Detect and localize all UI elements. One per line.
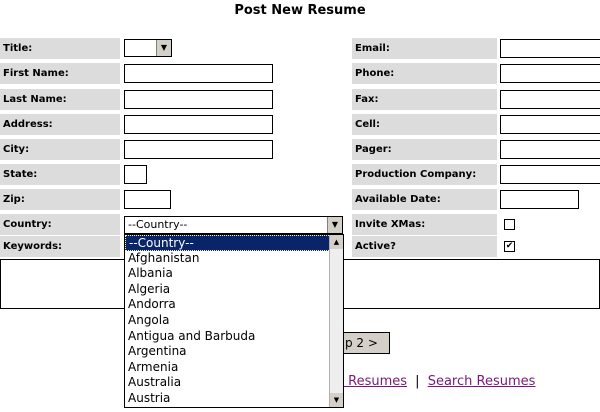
country-label: Country:: [0, 214, 120, 235]
available-date-input[interactable]: [500, 190, 579, 209]
available-date-label: Available Date:: [352, 189, 497, 210]
production-company-label: Production Company:: [352, 164, 497, 185]
zip-input[interactable]: [124, 190, 171, 209]
step-2-button[interactable]: p 2 >: [338, 332, 390, 354]
country-option[interactable]: Afghanistan: [125, 251, 343, 267]
chevron-down-icon[interactable]: ▼: [156, 40, 171, 56]
dropdown-scrollbar[interactable]: ▲ ▼: [329, 235, 343, 407]
state-input[interactable]: [124, 165, 147, 184]
invite-xmas-label: Invite XMas:: [352, 214, 497, 235]
country-option[interactable]: Australia: [125, 375, 343, 391]
title-label: Title:: [0, 38, 120, 59]
address-input[interactable]: [124, 115, 273, 134]
link-separator: |: [415, 374, 420, 389]
country-option[interactable]: --Country--: [125, 235, 343, 251]
city-label: City:: [0, 139, 120, 160]
search-resumes-link[interactable]: Search Resumes: [428, 374, 536, 389]
country-option[interactable]: Argentina: [125, 344, 343, 360]
active-checkbox[interactable]: ✔: [504, 241, 515, 252]
invite-xmas-checkbox[interactable]: [504, 219, 515, 230]
country-option[interactable]: Austria: [125, 391, 343, 407]
phone-label: Phone:: [352, 63, 497, 84]
country-option[interactable]: Antigua and Barbuda: [125, 329, 343, 345]
email-label: Email:: [352, 38, 497, 59]
chevron-down-icon[interactable]: ▼: [327, 217, 342, 233]
last-name-label: Last Name:: [0, 89, 120, 110]
pager-input[interactable]: [500, 140, 600, 159]
state-label: State:: [0, 164, 120, 185]
scroll-up-icon[interactable]: ▲: [330, 235, 343, 249]
fax-input[interactable]: [500, 90, 600, 109]
manage-resumes-link[interactable]: e Resumes: [336, 374, 407, 389]
country-select[interactable]: --Country-- ▼: [124, 216, 343, 234]
city-input[interactable]: [124, 140, 273, 159]
footer-links: e Resumes | Search Resumes: [336, 374, 535, 389]
page-title: Post New Resume: [234, 3, 366, 18]
title-select[interactable]: ▼: [124, 39, 172, 57]
scroll-down-icon[interactable]: ▼: [330, 393, 343, 407]
keywords-label: Keywords:: [0, 236, 120, 257]
email-input[interactable]: [500, 39, 600, 58]
country-option[interactable]: Armenia: [125, 360, 343, 376]
first-name-label: First Name:: [0, 63, 120, 84]
country-option[interactable]: Angola: [125, 313, 343, 329]
phone-input[interactable]: [500, 64, 600, 83]
active-label: Active?: [352, 236, 497, 257]
zip-label: Zip:: [0, 189, 120, 210]
pager-label: Pager:: [352, 139, 497, 160]
country-select-value: --Country--: [128, 218, 188, 231]
country-option[interactable]: Albania: [125, 266, 343, 282]
first-name-input[interactable]: [124, 64, 273, 83]
last-name-input[interactable]: [124, 90, 273, 109]
production-company-input[interactable]: [500, 165, 600, 184]
address-label: Address:: [0, 114, 120, 135]
country-option[interactable]: Andorra: [125, 297, 343, 313]
country-dropdown-list[interactable]: --Country-- Afghanistan Albania Algeria Ando…: [124, 234, 344, 408]
cell-label: Cell:: [352, 114, 497, 135]
fax-label: Fax:: [352, 89, 497, 110]
cell-input[interactable]: [500, 115, 600, 134]
country-option[interactable]: Algeria: [125, 282, 343, 298]
